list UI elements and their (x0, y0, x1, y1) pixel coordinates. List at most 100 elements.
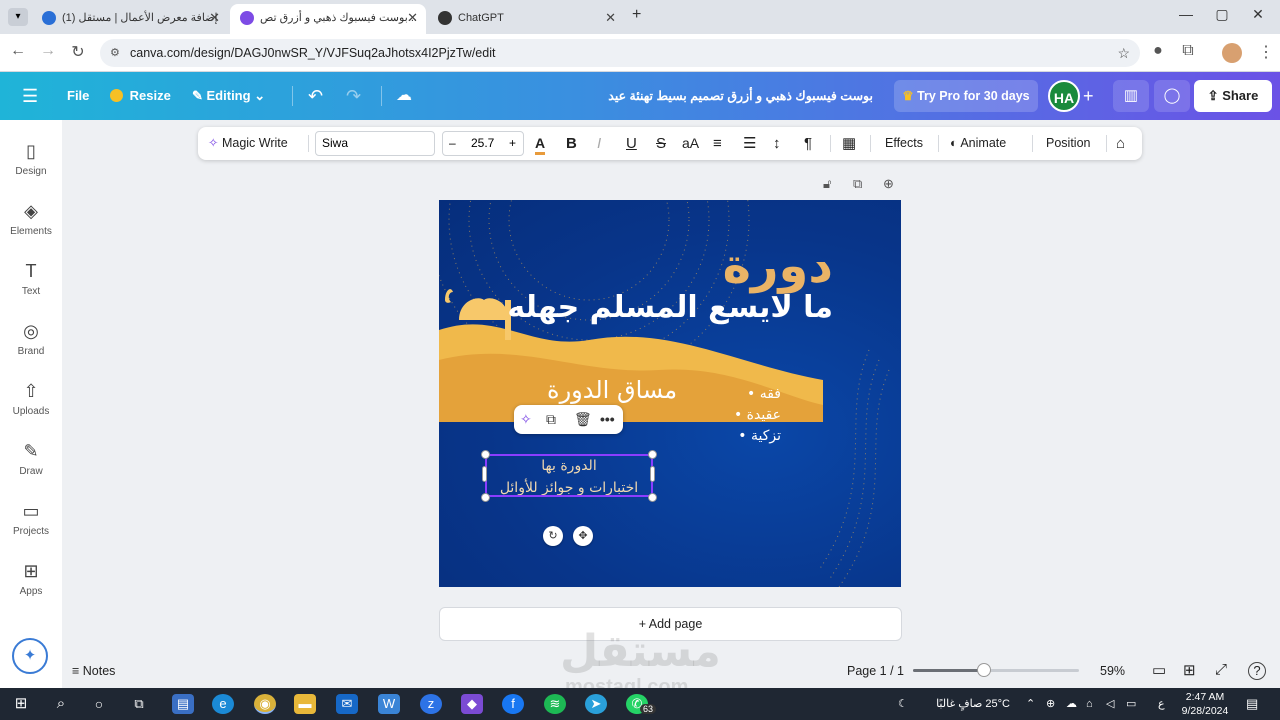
text-color-icon[interactable]: A (535, 131, 546, 155)
bookmark-star-icon[interactable]: ☆ (1117, 39, 1130, 67)
font-family-select[interactable]: Siwa (315, 131, 435, 156)
comment-icon[interactable]: ◯ (1154, 80, 1190, 112)
browser-menu-icon[interactable]: ⋮ (1254, 42, 1278, 62)
underline-button[interactable]: U (626, 127, 637, 160)
tab-chatgpt[interactable]: ChatGPT ✕ (428, 4, 624, 34)
close-icon[interactable]: ✕ (407, 4, 418, 32)
add-collaborator-icon[interactable]: + (1083, 72, 1094, 120)
sidebar-item-projects[interactable]: ▭ Projects (0, 500, 62, 537)
weather-icon[interactable]: ☾ (898, 688, 908, 720)
facebook-icon[interactable]: f (502, 694, 524, 714)
sidebar-item-text[interactable]: T Text (0, 260, 62, 297)
volume-icon[interactable]: ◁ (1106, 688, 1114, 720)
site-info-icon[interactable]: ⚙ (110, 39, 120, 67)
resize-handle[interactable] (481, 450, 490, 459)
italic-button[interactable]: I (597, 127, 601, 160)
copy-style-icon[interactable]: ⌂ (1116, 127, 1125, 160)
rotate-icon[interactable]: ↻ (543, 526, 563, 546)
resize-handle[interactable] (648, 450, 657, 459)
zoom-slider-handle[interactable] (977, 663, 991, 677)
selection-box[interactable] (485, 454, 653, 497)
zoom-icon[interactable]: z (420, 694, 442, 714)
position-button[interactable]: Position (1046, 127, 1090, 160)
sidebar-item-elements[interactable]: ◈ Elements (0, 200, 62, 237)
tray-chevron-icon[interactable]: ⌃ (1026, 688, 1035, 720)
pages-view-icon[interactable]: ▭ (1152, 661, 1166, 679)
sidebar-item-draw[interactable]: ✎ Draw (0, 440, 62, 477)
edge-icon[interactable]: e (212, 694, 234, 714)
windows-start-icon[interactable]: ⊞ (10, 694, 32, 714)
extensions-icon[interactable]: ⧉ (1176, 42, 1200, 60)
notifications-icon[interactable]: ▤ (1246, 688, 1258, 720)
sidebar-item-apps[interactable]: ⊞ Apps (0, 560, 62, 597)
extensions-dot-icon[interactable]: ● (1146, 42, 1170, 60)
undo-icon[interactable]: ↶ (308, 72, 323, 120)
magic-write-button[interactable]: ✧ Magic Write (208, 127, 288, 160)
letter-case-button[interactable]: aA (682, 127, 699, 160)
tray-app-icon[interactable]: ⊕ (1046, 688, 1055, 720)
list-icon[interactable]: ☰ (743, 127, 756, 160)
chrome-icon[interactable]: ◉ (254, 694, 276, 714)
fullscreen-icon[interactable]: ⤢ (1215, 661, 1227, 678)
tab-mostaql[interactable]: (1) إضافة معرض الأعمال | مستقل ✕ (32, 4, 228, 34)
resize-handle[interactable] (648, 493, 657, 502)
move-icon[interactable]: ✥ (573, 526, 593, 546)
document-title[interactable]: بوست فيسبوك ذهبي و أزرق تصميم بسيط تهنئة… (575, 72, 873, 151)
design-subtitle[interactable]: مساق الدورة (547, 376, 677, 404)
tab-list-icon[interactable]: ▾ (8, 8, 28, 26)
magic-assistant-icon[interactable]: ✦ (12, 638, 48, 674)
close-icon[interactable]: ✕ (209, 4, 220, 32)
url-field[interactable]: ⚙ canva.com/design/DAGJ0nwSR_Y/VJFSuq2aJ… (100, 39, 1140, 67)
store-icon[interactable]: ▤ (172, 694, 194, 714)
close-icon[interactable]: ✕ (605, 4, 616, 32)
new-tab-button[interactable]: + (632, 6, 641, 24)
onedrive-icon[interactable]: ☁ (1066, 688, 1077, 720)
file-menu-button[interactable]: File (67, 72, 89, 120)
editing-mode-button[interactable]: ✎ Editing ⌄ (192, 72, 265, 120)
bold-button[interactable]: B (566, 127, 577, 160)
file-explorer-icon[interactable]: ▬ (294, 694, 316, 714)
network-icon[interactable]: ⌂ (1086, 688, 1093, 720)
forward-icon[interactable]: → (36, 42, 60, 60)
minimize-icon[interactable]: — (1168, 6, 1204, 22)
profile-avatar[interactable] (1222, 43, 1242, 63)
page-indicator[interactable]: Page 1 / 1 (847, 664, 904, 678)
duplicate-page-icon[interactable]: ⧉ (853, 176, 862, 192)
weather-text[interactable]: 25°C صافٍ غالبًا (922, 688, 1010, 720)
back-icon[interactable]: ← (6, 42, 30, 60)
resize-handle[interactable] (481, 493, 490, 502)
duplicate-icon[interactable]: ⧉ (546, 405, 556, 434)
user-avatar[interactable]: HA (1048, 80, 1080, 112)
battery-icon[interactable]: ▭ (1126, 688, 1136, 720)
share-button[interactable]: ⇪ Share (1194, 80, 1272, 112)
help-icon[interactable]: ? (1248, 662, 1266, 680)
more-options-icon[interactable]: ••• (600, 405, 615, 434)
sidebar-item-design[interactable]: ▯ Design (0, 140, 62, 177)
side-handle[interactable] (650, 466, 655, 482)
tab-canva[interactable]: بوست فيسبوك ذهبي و أزرق تص... ✕ (230, 4, 426, 34)
add-page-icon[interactable]: ⊕ (883, 176, 894, 192)
effects-button[interactable]: Effects (885, 127, 923, 160)
spotify-icon[interactable]: ≋ (544, 694, 566, 714)
increase-size-button[interactable]: + (509, 132, 516, 155)
sidebar-item-uploads[interactable]: ⇧ Uploads (0, 380, 62, 417)
resize-button[interactable]: Resize (110, 72, 171, 120)
cortana-icon[interactable]: ○ (88, 694, 110, 714)
main-menu-icon[interactable]: ☰ (22, 72, 38, 120)
grid-view-icon[interactable]: ⊞ (1183, 661, 1196, 679)
design-canvas[interactable]: دورة ما لايسع المسلم جهله مساق الدورة فق… (439, 200, 901, 587)
language-indicator[interactable]: ع (1158, 688, 1165, 720)
notes-button[interactable]: ≡ Notes (72, 664, 115, 678)
task-view-icon[interactable]: ⧉ (128, 694, 150, 714)
spacing-icon[interactable]: ↕ (773, 127, 781, 160)
design-bullet-list[interactable]: فقه عقيدة تزكية (709, 384, 781, 447)
window-close-icon[interactable]: ✕ (1240, 6, 1276, 23)
reload-icon[interactable]: ↻ (66, 42, 90, 62)
outlook-icon[interactable]: ✉ (336, 694, 358, 714)
align-center-icon[interactable]: ≡ (713, 127, 722, 160)
text-direction-icon[interactable]: ¶ (804, 127, 812, 160)
design-title-main[interactable]: ما لايسع المسلم جهله (507, 290, 833, 325)
try-pro-button[interactable]: ♛ Try Pro for 30 days (894, 80, 1038, 112)
animate-button[interactable]: ◐ Animate (950, 127, 1006, 160)
cloud-saved-icon[interactable]: ☁ (396, 72, 412, 120)
